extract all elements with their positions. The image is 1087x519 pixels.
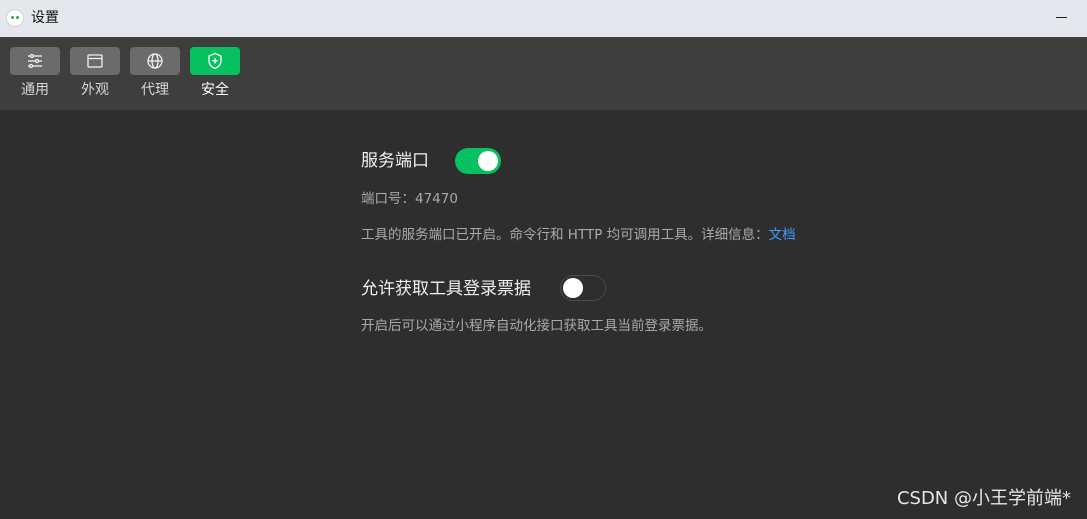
service-port-number: 端口号：47470 <box>361 191 458 207</box>
wechat-devtools-icon <box>6 9 24 27</box>
tab-proxy-label: 代理 <box>141 82 169 98</box>
window-icon <box>87 54 103 68</box>
tab-appearance[interactable]: 外观 <box>70 47 120 103</box>
tab-appearance-label: 外观 <box>81 82 109 98</box>
minimize-icon[interactable] <box>1056 17 1067 18</box>
tab-security-button[interactable] <box>190 47 240 75</box>
toggle-knob <box>478 151 498 171</box>
tab-general-button[interactable] <box>10 47 60 75</box>
tab-appearance-button[interactable] <box>70 47 120 75</box>
toggle-knob <box>563 277 583 298</box>
tab-security-label: 安全 <box>201 82 229 98</box>
service-port-title: 服务端口 <box>361 151 429 171</box>
window-title: 设置 <box>31 10 59 26</box>
tab-proxy-button[interactable] <box>130 47 180 75</box>
title-bar: 设置 <box>0 0 1087 37</box>
login-ticket-description: 开启后可以通过小程序自动化接口获取工具当前登录票据。 <box>361 318 712 334</box>
settings-toolbar: 通用 外观 代理 安全 <box>0 37 1087 110</box>
tab-general[interactable]: 通用 <box>10 47 60 103</box>
service-port-toggle[interactable] <box>455 148 501 174</box>
tab-proxy[interactable]: 代理 <box>130 47 180 103</box>
shield-icon <box>208 52 222 70</box>
security-settings-panel: 服务端口 端口号：47470 工具的服务端口已开启。命令行和 HTTP 均可调用… <box>0 110 1087 519</box>
watermark: CSDN @小王学前端* <box>896 488 1071 509</box>
login-ticket-title: 允许获取工具登录票据 <box>361 279 531 299</box>
doc-link[interactable]: 文档 <box>769 227 796 243</box>
sliders-icon <box>28 53 42 69</box>
tab-security[interactable]: 安全 <box>190 47 240 103</box>
login-ticket-toggle[interactable] <box>560 275 606 301</box>
service-port-description-text: 工具的服务端口已开启。命令行和 HTTP 均可调用工具。详细信息： <box>361 227 769 243</box>
globe-icon <box>147 53 163 69</box>
tab-general-label: 通用 <box>21 82 49 98</box>
service-port-description: 工具的服务端口已开启。命令行和 HTTP 均可调用工具。详细信息：文档 <box>361 225 796 245</box>
